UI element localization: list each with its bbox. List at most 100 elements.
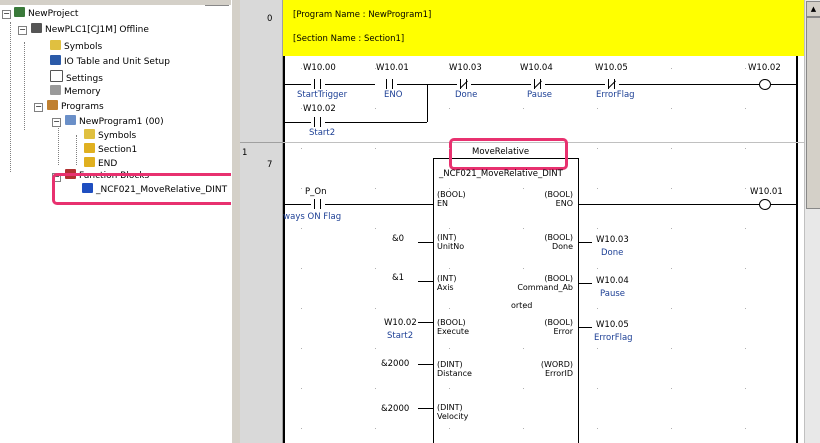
tree-line xyxy=(58,125,59,165)
fb-output-comment: Done xyxy=(601,248,624,258)
project-icon xyxy=(14,7,25,17)
contact-no-icon[interactable] xyxy=(311,79,325,89)
tree-section1[interactable]: Section1 xyxy=(84,143,137,156)
grid-dot xyxy=(523,268,524,269)
tree-symbols[interactable]: Symbols xyxy=(50,40,102,53)
settings-icon xyxy=(50,70,63,82)
grid-dot xyxy=(671,428,672,429)
grid-dot xyxy=(375,228,376,229)
tree-prog-symbols[interactable]: Symbols xyxy=(84,129,136,142)
grid-dot xyxy=(597,68,598,69)
program-icon xyxy=(65,115,76,125)
ladder-editor[interactable]: [Program Name : NewProgram1] [Section Na… xyxy=(283,0,804,443)
rung-number-column: 0 1 7 xyxy=(240,0,283,443)
grid-dot xyxy=(597,228,598,229)
wire xyxy=(325,204,433,205)
grid-dot xyxy=(745,68,746,69)
grid-dot xyxy=(375,348,376,349)
tree-project[interactable]: NewProject xyxy=(14,7,78,20)
grid-dot xyxy=(745,108,746,109)
grid-dot xyxy=(449,348,450,349)
grid-dot xyxy=(375,108,376,109)
fb-output-command-aborted: (BOOL) Command_Ab xyxy=(517,274,573,292)
contact-no-icon[interactable] xyxy=(311,199,325,209)
grid-dot xyxy=(449,308,450,309)
wire xyxy=(578,327,592,328)
grid-dot xyxy=(375,68,376,69)
output-coil-icon[interactable] xyxy=(759,79,771,90)
grid-dot xyxy=(745,308,746,309)
grid-dot xyxy=(671,68,672,69)
fb-input-value: &2000 xyxy=(381,404,410,414)
expand-project-icon[interactable]: − xyxy=(2,10,11,19)
grid-dot xyxy=(301,188,302,189)
fb-output-comment: ErrorFlag xyxy=(594,333,633,343)
grid-dot xyxy=(745,348,746,349)
grid-dot xyxy=(301,148,302,149)
fb-output-errorid: (WORD) ErrorID xyxy=(540,360,573,378)
tree-plc[interactable]: NewPLC1[CJ1M] Offline xyxy=(31,23,149,36)
grid-dot xyxy=(671,108,672,109)
project-tree[interactable]: − NewProject − NewPLC1[CJ1M] Offline Sym… xyxy=(0,0,232,443)
contact-address: P_On xyxy=(305,187,327,197)
grid-dot xyxy=(449,148,450,149)
rung-step-1: 1 xyxy=(242,148,248,158)
contact-comment: Done xyxy=(455,90,478,100)
tree-program1[interactable]: NewProgram1 (00) xyxy=(65,115,164,128)
highlight-fb-instance xyxy=(52,173,231,205)
grid-dot xyxy=(671,348,672,349)
grid-dot xyxy=(597,348,598,349)
tree-programs[interactable]: Programs xyxy=(47,100,104,113)
grid-dot xyxy=(745,388,746,389)
grid-dot xyxy=(449,388,450,389)
grid-dot xyxy=(523,388,524,389)
section-header: [Program Name : NewProgram1] [Section Na… xyxy=(283,0,804,56)
fb-output-error: (BOOL) Error xyxy=(544,318,573,336)
tree-settings[interactable]: Settings xyxy=(50,70,103,84)
grid-dot xyxy=(301,428,302,429)
contact-no-icon[interactable] xyxy=(383,79,397,89)
contact-address: W10.02 xyxy=(303,104,336,114)
grid-dot xyxy=(597,108,598,109)
grid-dot xyxy=(301,348,302,349)
grid-dot xyxy=(375,388,376,389)
fb-input-value: W10.02 xyxy=(384,318,417,328)
contact-comment: ENO xyxy=(384,90,403,100)
coil-address: W10.02 xyxy=(748,63,781,73)
grid-dot xyxy=(745,428,746,429)
expand-program1-icon[interactable]: − xyxy=(52,118,61,127)
contact-comment: Always ON Flag xyxy=(283,212,342,222)
scroll-thumb[interactable] xyxy=(806,17,820,209)
fb-output-eno: (BOOL) ENO xyxy=(544,190,573,208)
grid-dot xyxy=(301,268,302,269)
grid-dot xyxy=(671,148,672,149)
grid-dot xyxy=(523,188,524,189)
grid-dot xyxy=(375,188,376,189)
wire xyxy=(285,204,311,205)
tree-io-table[interactable]: IO Table and Unit Setup xyxy=(50,55,170,68)
fb-output-comment: Pause xyxy=(600,289,625,299)
grid-dot xyxy=(745,228,746,229)
fb-definition-name: _NCF021_MoveRelative_DINT xyxy=(439,169,563,179)
vertical-scrollbar[interactable]: ▲ xyxy=(804,0,820,443)
contact-comment: Pause xyxy=(527,90,552,100)
tree-title-bar xyxy=(0,0,231,5)
right-power-rail xyxy=(796,56,798,443)
grid-dot xyxy=(523,148,524,149)
scroll-up-icon[interactable]: ▲ xyxy=(806,1,820,17)
tree-line xyxy=(76,135,77,165)
grid-dot xyxy=(523,348,524,349)
grid-dot xyxy=(745,148,746,149)
output-coil-icon[interactable] xyxy=(759,199,771,210)
contact-comment: ErrorFlag xyxy=(596,90,635,100)
expand-programs-icon[interactable]: − xyxy=(34,103,43,112)
tree-memory[interactable]: Memory xyxy=(50,85,101,98)
grid-dot xyxy=(301,228,302,229)
expand-plc-icon[interactable]: − xyxy=(18,26,27,35)
wire xyxy=(418,408,433,409)
contact-no-icon[interactable] xyxy=(311,117,325,127)
tree-close-icon[interactable] xyxy=(205,0,229,6)
fb-output-value: W10.04 xyxy=(596,276,629,286)
grid-dot xyxy=(375,428,376,429)
grid-dot xyxy=(523,68,524,69)
